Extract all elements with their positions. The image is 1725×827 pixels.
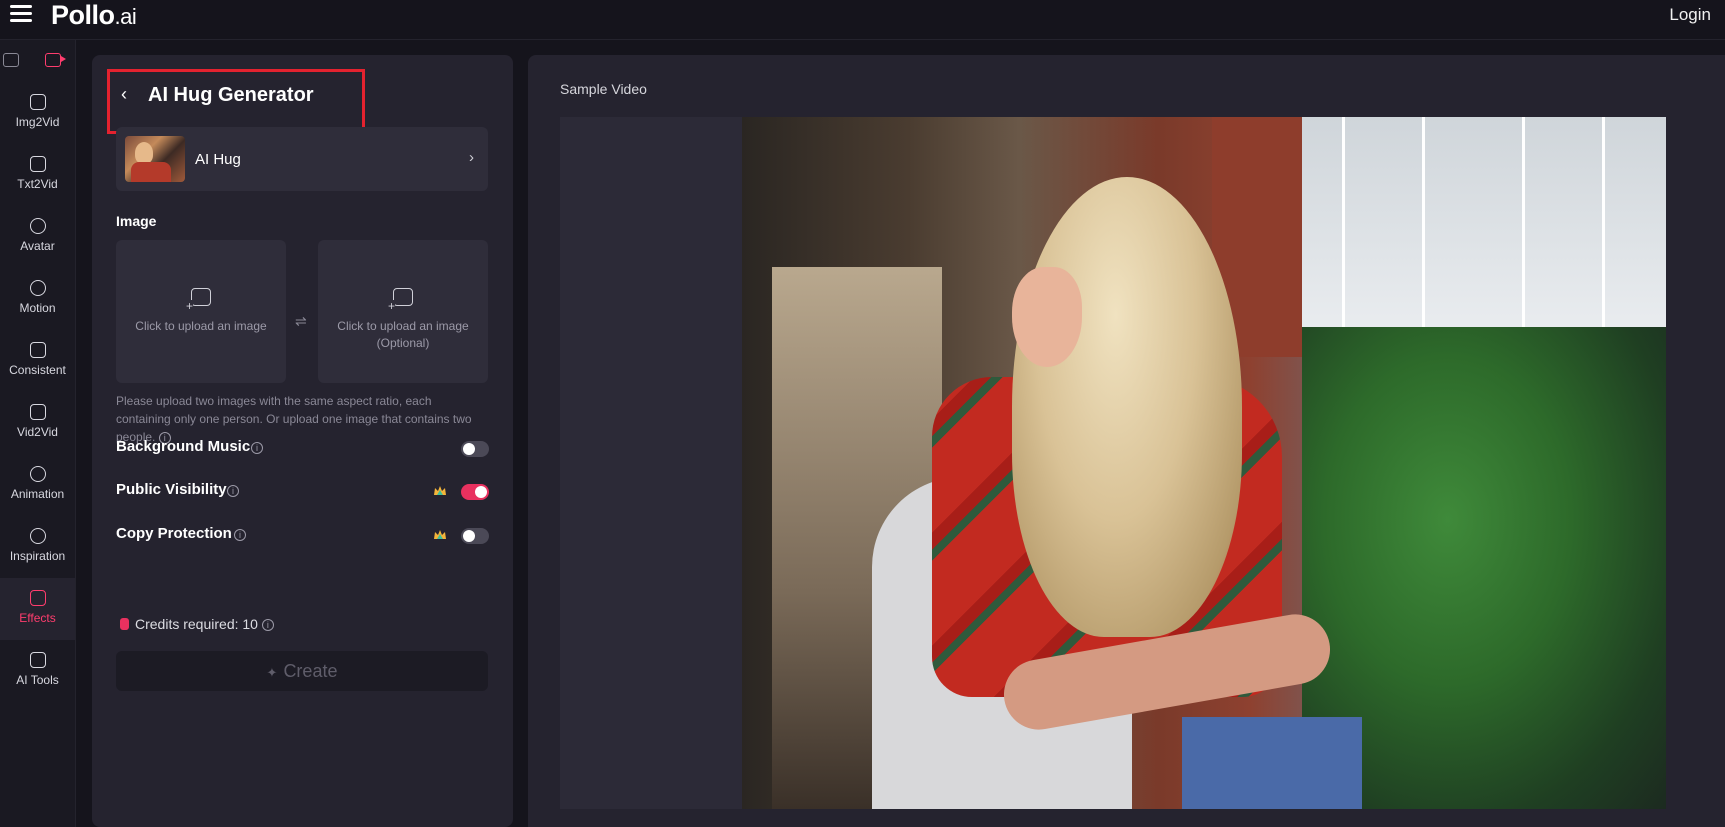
rail-item-label: Txt2Vid (17, 177, 58, 191)
info-icon[interactable]: i (227, 485, 239, 497)
video-face (1012, 267, 1082, 367)
motion-icon (29, 280, 46, 296)
rail-item-label: Img2Vid (15, 115, 60, 129)
info-icon[interactable]: i (251, 442, 263, 454)
image-to-video-icon (29, 94, 46, 110)
logo-suffix: .ai (114, 4, 137, 29)
rail-item-label: Motion (19, 301, 56, 315)
info-icon[interactable]: i (261, 619, 274, 632)
rail-item-img2vid[interactable]: Img2Vid (0, 82, 75, 144)
upload-image-2[interactable]: Click to upload an image (Optional) (318, 240, 488, 383)
text-to-video-icon (29, 156, 46, 172)
toggle-knob (463, 443, 475, 455)
top-bar: Pollo.ai Login (0, 0, 1725, 40)
toggle-knob (463, 530, 475, 542)
swap-icon[interactable]: ⇌ (295, 313, 307, 330)
upload-image-1[interactable]: Click to upload an image (116, 240, 286, 383)
add-image-icon (388, 288, 413, 312)
image-section-label: Image (116, 213, 157, 229)
credits-icon (120, 618, 129, 630)
rail-item-vid2vid[interactable]: Vid2Vid (0, 392, 75, 454)
rail-item-label: Avatar (20, 239, 55, 253)
animation-icon (29, 466, 46, 482)
image-mode-icon[interactable] (3, 53, 19, 67)
credits-required: Credits required: 10 i (120, 616, 274, 632)
window-mullion (1342, 117, 1345, 327)
rail-item-label: Inspiration (9, 549, 66, 563)
ai-tools-icon (29, 652, 46, 668)
sample-video[interactable] (742, 117, 1666, 809)
upload-hint: Click to upload an image (337, 319, 469, 333)
rail-item-avatar[interactable]: Avatar (0, 206, 75, 268)
page-title: AI Hug Generator (148, 84, 314, 106)
effect-selector[interactable]: AI Hug › (116, 127, 488, 191)
window-mullion (1522, 117, 1525, 327)
toggle-knob (475, 486, 487, 498)
video-window (1302, 117, 1666, 327)
public-visibility-toggle[interactable] (461, 484, 489, 500)
create-label: Create (283, 661, 338, 681)
video-to-video-icon (29, 404, 46, 420)
effect-name: AI Hug (195, 151, 241, 168)
avatar-icon (29, 218, 46, 234)
credits-text: Credits required: 10 (135, 616, 258, 632)
sparkle-icon: ✦ (266, 665, 278, 680)
video-mode-icon[interactable] (45, 53, 66, 67)
rail-item-effects[interactable]: Effects (0, 578, 75, 640)
rail-item-label: Animation (10, 487, 65, 501)
hamburger-menu-icon[interactable] (10, 5, 32, 23)
copy-protection-label: Copy Protection (116, 525, 232, 542)
rail-mode-switch (0, 40, 75, 82)
window-mullion (1602, 117, 1605, 327)
rail-item-txt2vid[interactable]: Txt2Vid (0, 144, 75, 206)
effect-thumbnail (125, 136, 185, 182)
compass-icon (29, 528, 46, 544)
logo[interactable]: Pollo.ai (51, 0, 137, 31)
window-mullion (1422, 117, 1425, 327)
rail-item-inspiration[interactable]: Inspiration (0, 516, 75, 578)
background-music-label: Background Music (116, 438, 251, 455)
rail-item-ai-tools[interactable]: AI Tools (0, 640, 75, 702)
left-rail: Img2Vid Txt2Vid Avatar Motion Consistent… (0, 40, 76, 827)
rail-item-label: Effects (19, 611, 56, 625)
upload-hint: Click to upload an image (135, 319, 267, 333)
info-icon[interactable]: i (234, 529, 246, 541)
video-jeans (1182, 717, 1362, 809)
sample-video-label: Sample Video (560, 81, 647, 97)
rail-item-label: AI Tools (16, 673, 59, 687)
chevron-right-icon: › (469, 149, 474, 166)
premium-crown-icon (434, 486, 446, 495)
rail-item-motion[interactable]: Motion (0, 268, 75, 330)
background-music-toggle[interactable] (461, 441, 489, 457)
add-image-icon (186, 288, 211, 312)
premium-crown-icon (434, 530, 446, 539)
login-button[interactable]: Login (1669, 5, 1711, 25)
create-button[interactable]: ✦ Create (116, 651, 488, 691)
rail-item-consistent[interactable]: Consistent (0, 330, 75, 392)
rail-item-label: Vid2Vid (17, 425, 58, 439)
effects-icon (29, 590, 46, 606)
public-visibility-label: Public Visibility (116, 481, 227, 498)
rail-item-label: Consistent (9, 363, 66, 377)
consistent-icon (29, 342, 46, 358)
video-blonde-hair (1012, 177, 1242, 637)
logo-main: Pollo (51, 0, 115, 30)
upload-optional: (Optional) (376, 336, 430, 350)
copy-protection-toggle[interactable] (461, 528, 489, 544)
back-chevron-icon[interactable]: ‹ (121, 84, 127, 105)
rail-item-animation[interactable]: Animation (0, 454, 75, 516)
